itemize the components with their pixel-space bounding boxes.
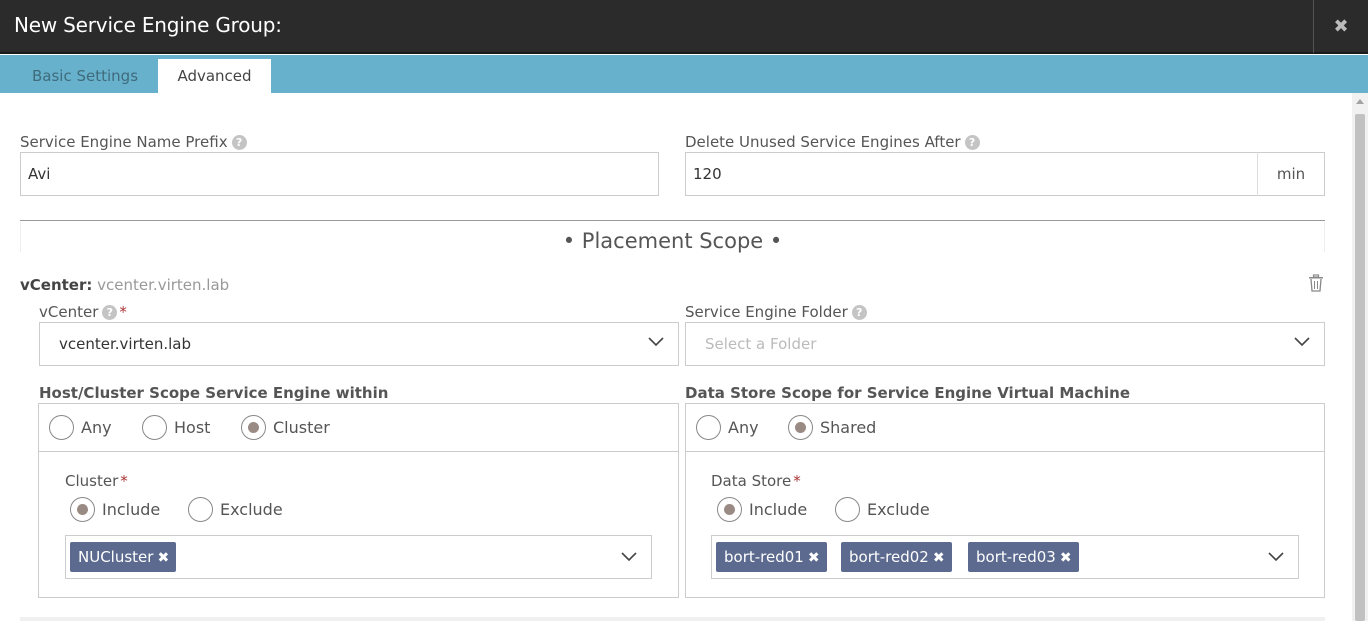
radio-label: Host: [174, 418, 211, 437]
chevron-down-icon: [621, 552, 637, 562]
tag-label: bort-red03: [976, 548, 1056, 566]
vcenter-summary-name: vcenter.virten.lab: [97, 276, 230, 294]
prefix-input[interactable]: Avi: [20, 152, 659, 196]
radio-label: Any: [728, 418, 759, 437]
folder-select[interactable]: Select a Folder: [685, 322, 1325, 366]
host-scope-host-radio[interactable]: Host: [142, 415, 210, 440]
radio-label: Shared: [820, 418, 877, 437]
close-icon[interactable]: ✖: [1313, 0, 1368, 53]
remove-tag-icon[interactable]: ✖: [1060, 550, 1072, 566]
cluster-label-text: Cluster: [65, 472, 119, 490]
vcenter-label-text: vCenter: [39, 303, 99, 321]
datastore-tag-select[interactable]: bort-red01 ✖ bort-red02 ✖ bort-red03 ✖: [711, 535, 1299, 579]
datastore-scope-any-radio[interactable]: Any: [696, 415, 759, 440]
tab-advanced[interactable]: Advanced: [158, 59, 271, 93]
chevron-down-icon: [1268, 552, 1284, 562]
help-icon[interactable]: ?: [851, 305, 867, 320]
panel-divider: [39, 451, 678, 452]
radio-label: Include: [749, 500, 808, 519]
tag-chip: bort-red03 ✖: [968, 542, 1079, 572]
folder-label-text: Service Engine Folder: [685, 303, 848, 321]
delete-after-unit: min: [1257, 152, 1325, 196]
delete-after-label: Delete Unused Service Engines After?: [685, 133, 980, 151]
tag-label: bort-red02: [849, 548, 929, 566]
vcenter-label: vCenter? *: [39, 303, 127, 321]
folder-select-placeholder: Select a Folder: [705, 335, 817, 353]
datastore-label: Data Store *: [711, 472, 801, 490]
radio-circle: [142, 415, 167, 440]
tab-basic-settings[interactable]: Basic Settings: [14, 59, 156, 93]
host-scope-label: Host/Cluster Scope Service Engine within: [39, 384, 389, 402]
required-marker: *: [793, 472, 801, 490]
radio-circle: [696, 415, 721, 440]
remove-tag-icon[interactable]: ✖: [808, 550, 820, 566]
vertical-scrollbar[interactable]: [1352, 93, 1368, 621]
tag-label: bort-red01: [724, 548, 804, 566]
cluster-label: Cluster *: [65, 472, 128, 490]
scrollbar-thumb[interactable]: [1355, 114, 1365, 621]
cluster-tag-select[interactable]: NUCluster ✖: [65, 535, 652, 579]
help-icon[interactable]: ?: [964, 135, 980, 150]
host-scope-cluster-radio[interactable]: Cluster: [241, 415, 330, 440]
radio-label: Cluster: [273, 418, 330, 437]
vcenter-select[interactable]: vcenter.virten.lab: [39, 322, 679, 366]
placement-scope-title: • Placement Scope •: [562, 229, 783, 253]
radio-label: Any: [81, 418, 112, 437]
folder-label: Service Engine Folder?: [685, 303, 867, 321]
help-icon[interactable]: ?: [231, 135, 247, 150]
tag-chip: NUCluster ✖: [70, 542, 177, 572]
radio-circle: [835, 497, 860, 522]
scroll-up-arrow-icon[interactable]: [1356, 99, 1364, 104]
chevron-down-icon: [1294, 337, 1310, 347]
datastore-exclude-radio[interactable]: Exclude: [835, 497, 930, 522]
radio-circle: [188, 497, 213, 522]
datastore-scope-label: Data Store Scope for Service Engine Virt…: [685, 384, 1131, 402]
tab-bar: Basic Settings Advanced: [0, 55, 1368, 93]
tag-chip: bort-red02 ✖: [841, 542, 952, 572]
dialog-titlebar: New Service Engine Group: ✖: [0, 0, 1368, 54]
radio-circle-selected: [241, 415, 266, 440]
help-icon[interactable]: ?: [102, 305, 118, 320]
section-bottom-edge: [20, 617, 1325, 621]
host-scope-any-radio[interactable]: Any: [49, 415, 112, 440]
prefix-label: Service Engine Name Prefix?: [20, 133, 247, 151]
remove-tag-icon[interactable]: ✖: [157, 550, 169, 566]
section-divider: [20, 220, 1325, 221]
panel-divider: [686, 451, 1324, 452]
dialog-title: New Service Engine Group:: [14, 13, 282, 37]
tag-label: NUCluster: [78, 548, 154, 566]
radio-circle-selected: [788, 415, 813, 440]
radio-circle-selected: [70, 497, 95, 522]
required-marker: *: [119, 303, 127, 321]
cluster-exclude-radio[interactable]: Exclude: [188, 497, 283, 522]
radio-label: Exclude: [867, 500, 930, 519]
datastore-scope-shared-radio[interactable]: Shared: [788, 415, 876, 440]
delete-after-input[interactable]: 120: [685, 152, 1258, 196]
required-marker: *: [120, 472, 128, 490]
prefix-label-text: Service Engine Name Prefix: [20, 133, 228, 151]
datastore-include-radio[interactable]: Include: [717, 497, 807, 522]
vcenter-summary: vCenter: vcenter.virten.lab: [20, 276, 229, 294]
vcenter-summary-label: vCenter:: [20, 276, 93, 294]
remove-tag-icon[interactable]: ✖: [933, 550, 945, 566]
cluster-include-radio[interactable]: Include: [70, 497, 160, 522]
trash-icon[interactable]: [1308, 274, 1324, 292]
chevron-down-icon: [648, 337, 664, 347]
radio-label: Include: [102, 500, 161, 519]
datastore-label-text: Data Store: [711, 472, 792, 490]
radio-circle-selected: [717, 497, 742, 522]
tag-chip: bort-red01 ✖: [716, 542, 827, 572]
radio-label: Exclude: [220, 500, 283, 519]
delete-after-label-text: Delete Unused Service Engines After: [685, 133, 961, 151]
radio-circle: [49, 415, 74, 440]
vcenter-select-value: vcenter.virten.lab: [59, 335, 192, 353]
